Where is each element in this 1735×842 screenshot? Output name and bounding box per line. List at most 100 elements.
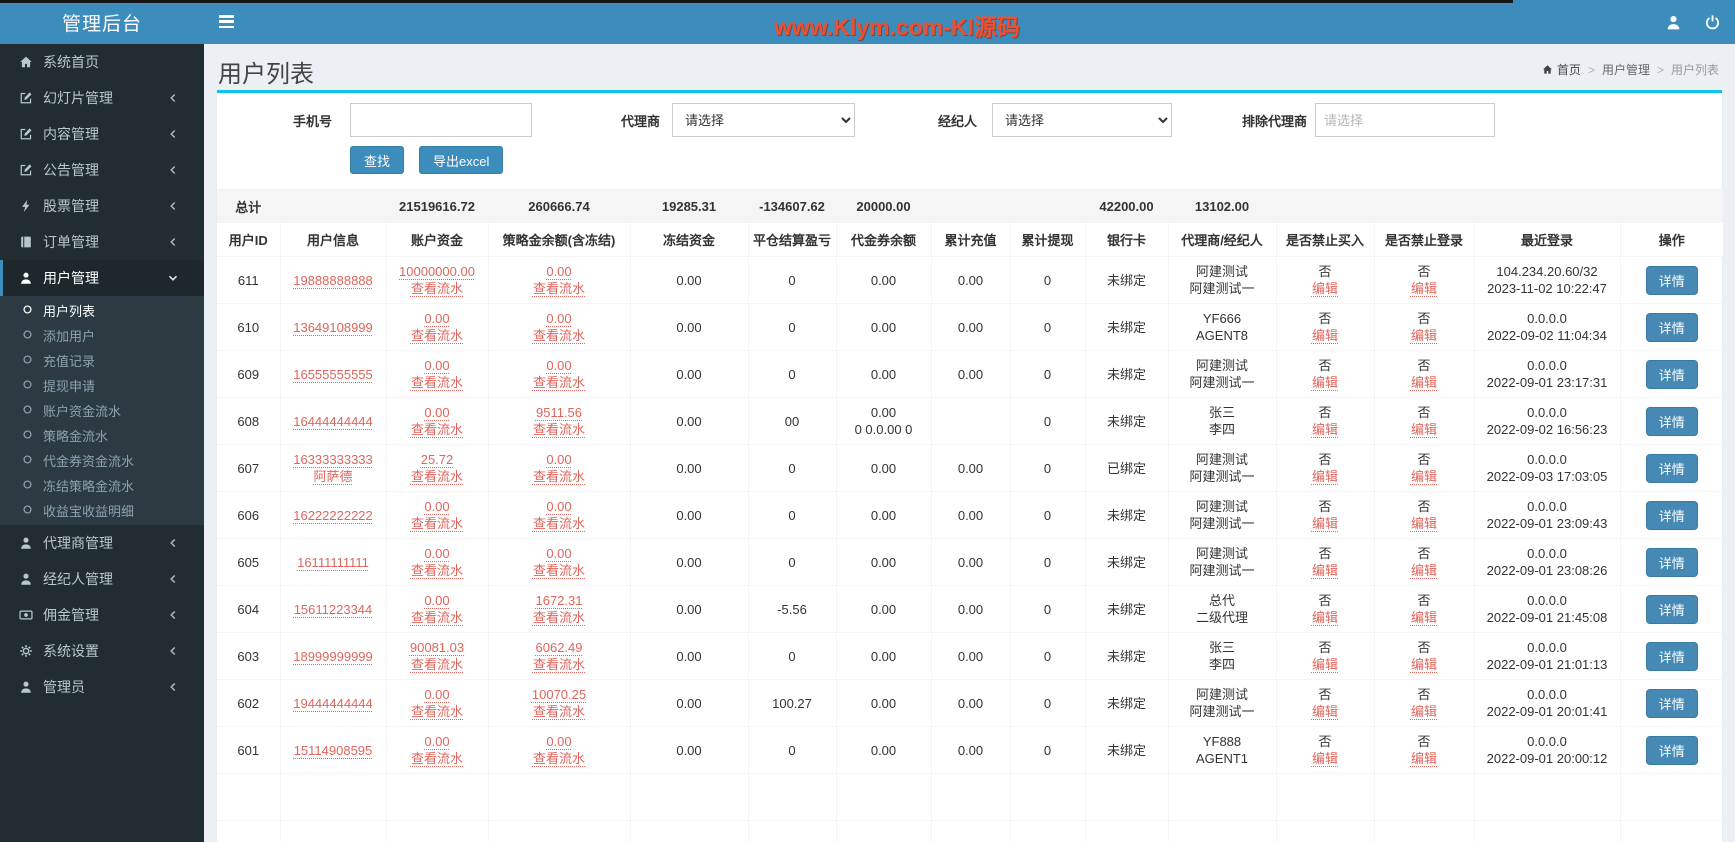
sidebar-item[interactable]: 代理商管理	[0, 525, 204, 561]
view-flow-link[interactable]: 查看流水	[411, 281, 463, 296]
edit-ban-buy-link[interactable]: 编辑	[1312, 610, 1338, 625]
strategy-amount-link[interactable]: 0.00	[546, 264, 571, 279]
edit-ban-login-link[interactable]: 编辑	[1411, 469, 1437, 484]
edit-ban-login-link[interactable]: 编辑	[1411, 751, 1437, 766]
sidebar-item[interactable]: 系统首页	[0, 44, 204, 80]
sidebar-subitem[interactable]: 收益宝收益明细	[0, 498, 204, 523]
view-flow-link[interactable]: 查看流水	[411, 610, 463, 625]
sidebar-subitem[interactable]: 策略金流水	[0, 423, 204, 448]
view-flow-link[interactable]: 查看流水	[533, 281, 585, 296]
user-link[interactable]: 16111111111	[297, 555, 369, 570]
account-amount-link[interactable]: 25.72	[421, 452, 454, 467]
view-flow-link[interactable]: 查看流水	[533, 657, 585, 672]
strategy-amount-link[interactable]: 0.00	[546, 452, 571, 467]
user-link[interactable]: 16444444444	[293, 414, 373, 429]
phone-input[interactable]	[350, 103, 532, 137]
edit-ban-buy-link[interactable]: 编辑	[1312, 375, 1338, 390]
account-amount-link[interactable]: 0.00	[424, 593, 449, 608]
user-link[interactable]: 15114908595	[294, 743, 373, 758]
detail-button[interactable]: 详情	[1646, 454, 1698, 483]
edit-ban-login-link[interactable]: 编辑	[1411, 328, 1437, 343]
sidebar-item[interactable]: 用户管理	[0, 260, 204, 296]
user-link[interactable]: 16333333333	[293, 452, 373, 467]
sidebar-item[interactable]: 管理员	[0, 669, 204, 705]
sidebar-item[interactable]: 公告管理	[0, 152, 204, 188]
agent-select[interactable]: 请选择	[672, 103, 855, 137]
view-flow-link[interactable]: 查看流水	[411, 516, 463, 531]
user-link[interactable]: 19888888888	[293, 273, 373, 288]
edit-ban-buy-link[interactable]: 编辑	[1312, 516, 1338, 531]
sidebar-subitem[interactable]: 充值记录	[0, 348, 204, 373]
power-icon[interactable]	[1704, 14, 1721, 31]
view-flow-link[interactable]: 查看流水	[533, 328, 585, 343]
edit-ban-buy-link[interactable]: 编辑	[1312, 657, 1338, 672]
detail-button[interactable]: 详情	[1646, 360, 1698, 389]
detail-button[interactable]: 详情	[1646, 736, 1698, 765]
detail-button[interactable]: 详情	[1646, 595, 1698, 624]
account-amount-link[interactable]: 0.00	[424, 405, 449, 420]
sidebar-subitem[interactable]: 冻结策略金流水	[0, 473, 204, 498]
breadcrumb-home-link[interactable]: 首页	[1542, 61, 1581, 78]
edit-ban-buy-link[interactable]: 编辑	[1312, 469, 1338, 484]
account-amount-link[interactable]: 0.00	[424, 311, 449, 326]
sidebar-subitem[interactable]: 提现申请	[0, 373, 204, 398]
strategy-amount-link[interactable]: 6062.49	[536, 640, 583, 655]
view-flow-link[interactable]: 查看流水	[533, 610, 585, 625]
view-flow-link[interactable]: 查看流水	[533, 751, 585, 766]
view-flow-link[interactable]: 查看流水	[533, 422, 585, 437]
sidebar-subitem[interactable]: 添加用户	[0, 323, 204, 348]
edit-ban-login-link[interactable]: 编辑	[1411, 610, 1437, 625]
sidebar-subitem[interactable]: 账户资金流水	[0, 398, 204, 423]
account-amount-link[interactable]: 0.00	[424, 546, 449, 561]
exclude-agent-input[interactable]	[1315, 103, 1495, 137]
user-link[interactable]: 19444444444	[293, 696, 373, 711]
detail-button[interactable]: 详情	[1646, 689, 1698, 718]
account-amount-link[interactable]: 0.00	[424, 358, 449, 373]
detail-button[interactable]: 详情	[1646, 501, 1698, 530]
edit-ban-buy-link[interactable]: 编辑	[1312, 328, 1338, 343]
search-button[interactable]: 查找	[350, 146, 404, 174]
breadcrumb-section[interactable]: 用户管理	[1602, 61, 1650, 78]
view-flow-link[interactable]: 查看流水	[411, 328, 463, 343]
sidebar-subitem[interactable]: 代金券资金流水	[0, 448, 204, 473]
view-flow-link[interactable]: 查看流水	[411, 469, 463, 484]
strategy-amount-link[interactable]: 0.00	[546, 311, 571, 326]
view-flow-link[interactable]: 查看流水	[411, 704, 463, 719]
user-link[interactable]: 阿萨德	[313, 469, 352, 484]
strategy-amount-link[interactable]: 1672.31	[536, 593, 583, 608]
sidebar-item[interactable]: 系统设置	[0, 633, 204, 669]
strategy-amount-link[interactable]: 0.00	[546, 358, 571, 373]
edit-ban-login-link[interactable]: 编辑	[1411, 563, 1437, 578]
view-flow-link[interactable]: 查看流水	[533, 375, 585, 390]
strategy-amount-link[interactable]: 0.00	[546, 546, 571, 561]
view-flow-link[interactable]: 查看流水	[533, 516, 585, 531]
account-amount-link[interactable]: 0.00	[424, 687, 449, 702]
view-flow-link[interactable]: 查看流水	[533, 704, 585, 719]
strategy-amount-link[interactable]: 10070.25	[532, 687, 586, 702]
edit-ban-login-link[interactable]: 编辑	[1411, 704, 1437, 719]
strategy-amount-link[interactable]: 9511.56	[536, 405, 582, 420]
edit-ban-buy-link[interactable]: 编辑	[1312, 281, 1338, 296]
sidebar-item[interactable]: 内容管理	[0, 116, 204, 152]
sidebar-item[interactable]: 经纪人管理	[0, 561, 204, 597]
sidebar-subitem[interactable]: 用户列表	[0, 298, 204, 323]
detail-button[interactable]: 详情	[1646, 548, 1698, 577]
view-flow-link[interactable]: 查看流水	[411, 375, 463, 390]
view-flow-link[interactable]: 查看流水	[411, 422, 463, 437]
detail-button[interactable]: 详情	[1646, 266, 1698, 295]
edit-ban-login-link[interactable]: 编辑	[1411, 375, 1437, 390]
account-amount-link[interactable]: 0.00	[424, 734, 449, 749]
view-flow-link[interactable]: 查看流水	[533, 563, 585, 578]
edit-ban-login-link[interactable]: 编辑	[1411, 281, 1437, 296]
edit-ban-login-link[interactable]: 编辑	[1411, 657, 1437, 672]
user-link[interactable]: 15611223344	[294, 602, 373, 617]
strategy-amount-link[interactable]: 0.00	[546, 499, 571, 514]
edit-ban-buy-link[interactable]: 编辑	[1312, 751, 1338, 766]
edit-ban-login-link[interactable]: 编辑	[1411, 516, 1437, 531]
export-excel-button[interactable]: 导出excel	[419, 146, 503, 174]
edit-ban-buy-link[interactable]: 编辑	[1312, 704, 1338, 719]
sidebar-item[interactable]: 订单管理	[0, 224, 204, 260]
detail-button[interactable]: 详情	[1646, 313, 1698, 342]
view-flow-link[interactable]: 查看流水	[411, 563, 463, 578]
strategy-amount-link[interactable]: 0.00	[546, 734, 571, 749]
